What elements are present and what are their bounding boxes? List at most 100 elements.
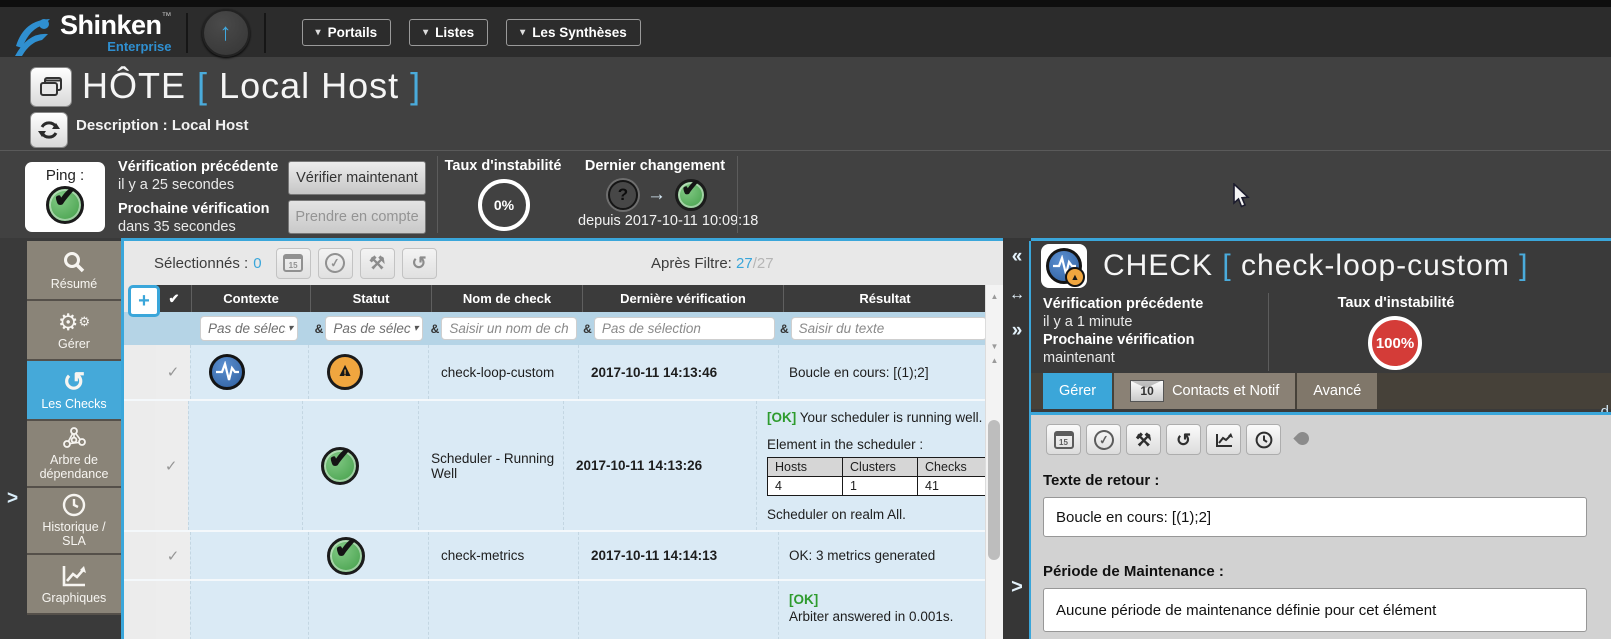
tools-icon: ⚒ [1135,431,1151,449]
notification-count: 10 [1140,384,1153,398]
scrollbar-thumb[interactable] [988,420,1000,560]
flapping-label: Taux d'instabilité [444,158,562,174]
sidebar-item-historique-sla[interactable]: Historique / SLA [27,488,121,553]
check-detail-panel: ▲ CHECK [ check-loop-custom ] Vérificati… [1031,241,1611,639]
clock-icon [1255,431,1273,449]
fix-button[interactable]: ⚒ [1126,424,1161,455]
prev-check-value: il y a 1 minute [1043,313,1203,331]
detail-title: CHECK [ check-loop-custom ] [1103,249,1529,283]
prev-check-value: il y a 25 secondes [118,176,278,194]
brand-trademark: ™ [162,11,172,22]
column-resultat[interactable]: Résultat [783,285,986,312]
table-row-arbiter[interactable]: [OK] Arbiter answered in 0.001s. Connect… [124,581,1003,639]
filter-and-separator: & [780,322,789,336]
tab-label: Avancé [1313,383,1361,399]
row-selected-check[interactable]: ✓ [156,345,190,399]
ok-tag: [OK] [767,410,796,425]
menu-les-syntheses[interactable]: ▾ Les Synthèses [506,19,641,46]
last-change-label: Dernier changement [570,158,740,174]
flapping-label: Taux d'instabilité [1281,295,1511,311]
after-filter-total: /27 [753,255,774,272]
search-icon [62,250,86,274]
filter-derniere-input[interactable] [594,317,775,340]
row-selected-check[interactable]: ✓ [155,401,188,530]
filter-nom-input[interactable] [441,317,577,340]
column-select-all[interactable]: ✔ [156,285,191,312]
sidebar-item-resume[interactable]: Résumé [27,241,121,299]
last-change-transition: ? → [608,179,707,211]
scroll-up-icon[interactable]: ▲ [986,354,1003,368]
acknowledge-selection-button[interactable]: ✓ [318,248,353,279]
resize-horizontal-icon[interactable]: ↔ [1003,286,1031,304]
recheck-button[interactable]: ↺ [1166,424,1201,455]
column-contexte[interactable]: Contexte [191,285,310,312]
acknowledge-button[interactable]: Prendre en compte [288,200,426,234]
filter-statut-select[interactable]: Pas de sélection ▾ [325,316,423,341]
sidebar-item-label: Les Checks [41,397,106,411]
column-derniere-verification[interactable]: Dernière vérification [582,285,783,312]
windows-stack-icon [39,76,63,98]
expand-sidebar-icon[interactable]: > [7,488,18,510]
expand-panel-icon[interactable]: » [1003,320,1031,342]
check-now-button[interactable]: Vérifier maintenant [288,161,426,195]
tag-button[interactable] [1286,424,1319,453]
panel-splitter: « ↔ » > [1003,238,1031,639]
page-title: HÔTE [ Local Host ] [82,65,421,107]
table-row-scheduler-running-well[interactable]: ✓ Scheduler - Running Well 2017-10-11 14… [124,401,1003,532]
after-filter-status: Après Filtre: 27/27 [651,255,774,272]
sidebar-item-graphiques[interactable]: Graphiques [27,555,121,613]
collapse-panel-icon[interactable]: « [1003,246,1031,268]
check-type-icon: ▲ [1041,244,1087,288]
tab-gerer[interactable]: Gérer [1043,373,1112,409]
menu-portails[interactable]: ▾ Portails [302,19,392,46]
filter-contexte-select[interactable]: Pas de sélection ▾ [200,316,298,341]
schedule-downtime-button[interactable]: 15 [1046,424,1081,455]
status-divider [437,156,438,233]
chart-icon [1215,432,1233,448]
fix-selection-button[interactable]: ⚒ [360,248,395,279]
table-scrollbar[interactable]: ▲ ▼ ▲ [985,285,1003,639]
chevron-down-icon: ▾ [316,27,321,38]
recheck-selection-button[interactable]: ↺ [402,248,437,279]
mouse-cursor [1233,183,1251,209]
scheduler-realm-text: Scheduler on realm All. [767,506,906,523]
row-selected-check[interactable]: ✓ [156,532,190,579]
return-text-field[interactable]: Boucle en cours: [(1);2] [1043,497,1587,537]
warning-badge-icon: ▲ [1065,267,1085,287]
expand-detail-icon[interactable]: > [1003,576,1031,599]
refresh-button[interactable] [30,112,68,148]
envelope-badge-icon: 10 [1130,380,1164,402]
menu-listes[interactable]: ▾ Listes [409,19,488,46]
column-statut[interactable]: Statut [310,285,431,312]
shinken-logo[interactable]: Shinken™ Enterprise [14,12,172,56]
chevron-down-icon: ▾ [413,323,418,334]
maintenance-field[interactable]: Aucune période de maintenance définie po… [1043,588,1587,632]
history-button[interactable] [1246,424,1281,455]
table-row-check-metrics[interactable]: ✓ check-metrics 2017-10-11 14:14:13 OK: … [124,532,1003,581]
column-nom-de-check[interactable]: Nom de check [431,285,582,312]
schedule-downtime-button[interactable]: 15 [276,248,311,279]
tab-contacts-et-notif[interactable]: 10 Contacts et Notif [1114,373,1295,409]
graph-button[interactable] [1206,424,1241,455]
add-check-button[interactable]: + [128,285,160,317]
sidebar-item-arbre-de-dependance[interactable]: Arbre de dépendance [27,421,121,486]
host-windows-button[interactable] [30,67,72,107]
navigate-up-button[interactable]: ↑ [202,9,250,57]
detail-tabs: Gérer 10 Contacts et Notif Avancé [1031,373,1611,409]
ok-tag: [OK] [789,591,818,608]
scroll-up-icon[interactable]: ▲ [986,290,1003,304]
sidebar-collapse-rail: > [0,238,27,639]
ok-status-icon [327,537,365,575]
ok-status-icon [321,447,359,485]
scroll-down-icon[interactable]: ▼ [986,340,1003,354]
table-header-row: ✔ Contexte Statut Nom de check Dernière … [124,285,1003,312]
tab-avance[interactable]: Avancé [1297,373,1377,409]
filter-statut-value: Pas de sélection [333,321,411,336]
table-row-check-loop-custom[interactable]: ✓ ! check-loop-custom 2017-10-11 14:13:4… [124,345,1003,401]
prev-check-label: Vérification précédente [1043,295,1203,313]
info-divider [1268,293,1269,371]
sidebar-item-les-checks[interactable]: ↺ Les Checks [27,361,121,419]
sidebar-item-gerer[interactable]: ⚙⚙ Gérer [27,301,121,359]
acknowledge-button[interactable]: ✓ [1086,424,1121,455]
filter-resultat-input[interactable] [791,317,987,340]
